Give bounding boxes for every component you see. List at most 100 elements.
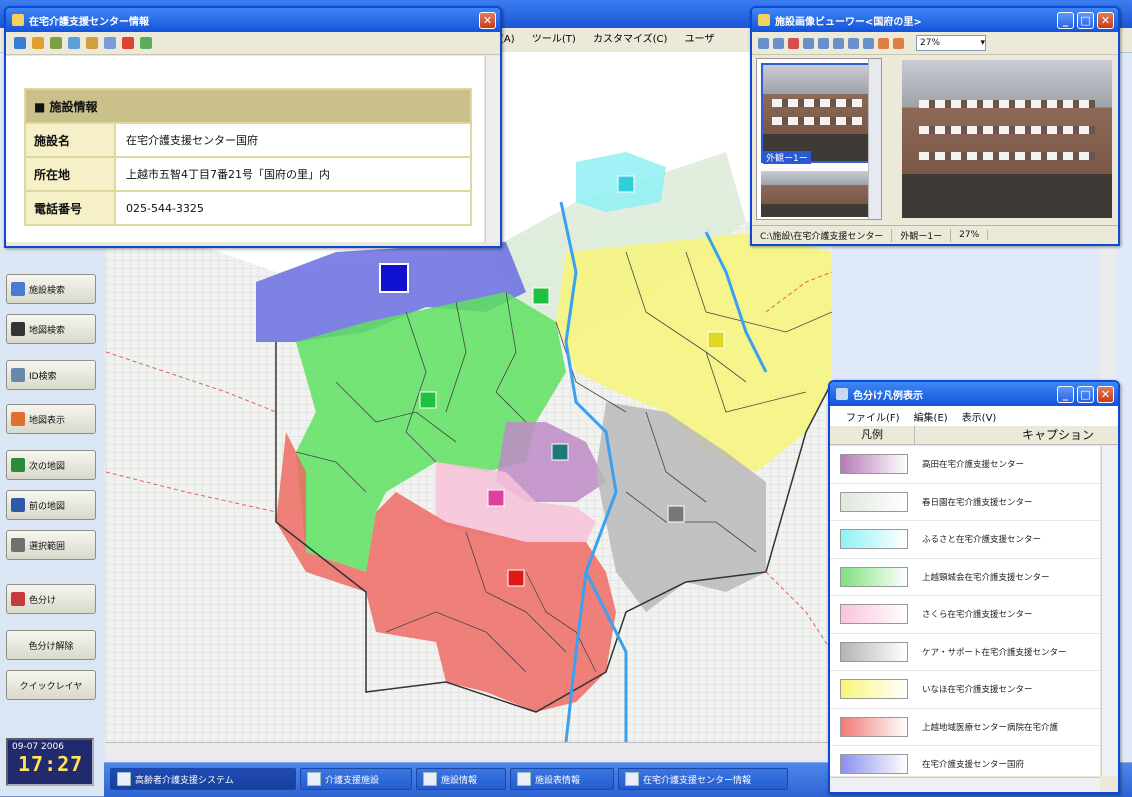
chevron-down-icon: ▾ <box>980 38 985 48</box>
facility-info-section-header: ■ 施設情報 <box>26 90 470 122</box>
left-button-1[interactable]: 地図検索 <box>6 314 96 344</box>
info-close-button[interactable]: ✕ <box>479 12 496 29</box>
legend-swatch <box>840 454 908 475</box>
copy-icon[interactable] <box>68 37 80 49</box>
legend-swatch <box>840 716 908 737</box>
menu-item-tools[interactable]: ツール(T) <box>532 34 576 45</box>
legend-maximize-button[interactable]: □ <box>1077 386 1094 403</box>
left-button-9[interactable]: クイックレイヤ <box>6 670 96 700</box>
rotate-left-icon[interactable] <box>878 37 889 49</box>
menu-item-customize[interactable]: カスタマイズ(C) <box>593 34 668 45</box>
thumbnail-image-2[interactable] <box>761 171 873 217</box>
zoom-select[interactable]: 27% ▾ <box>916 35 986 51</box>
cut-icon[interactable] <box>86 37 98 49</box>
next-icon[interactable] <box>848 37 859 49</box>
left-button-3[interactable]: 地図表示 <box>6 404 96 434</box>
legend-item[interactable]: ケア・サポート在宅介護支援センター <box>830 634 1100 671</box>
app-icon <box>117 772 131 786</box>
last-icon[interactable] <box>863 37 874 49</box>
menu-item-view[interactable]: 表示(V) <box>962 409 997 424</box>
marker-green-north[interactable] <box>532 287 550 305</box>
viewer-maximize-button[interactable]: □ <box>1077 12 1094 29</box>
left-button-8[interactable]: 色分け解除 <box>6 630 96 660</box>
open-icon[interactable] <box>758 37 769 49</box>
save-icon[interactable] <box>50 37 62 49</box>
print-icon[interactable] <box>32 37 44 49</box>
window-icon <box>517 772 531 786</box>
zoom-out-icon[interactable] <box>803 37 814 49</box>
delete-icon[interactable] <box>122 37 134 49</box>
legend-title-bar[interactable]: 色分け凡例表示 <box>830 382 1118 406</box>
taskbar-item-center-info[interactable]: 在宅介護支援センター情報 <box>618 768 788 790</box>
legend-item[interactable]: 上越頸城会在宅介護支援センター <box>830 559 1100 596</box>
marker-green-west[interactable] <box>419 391 437 409</box>
marker-blue[interactable] <box>379 263 409 293</box>
legend-column-caption[interactable]: キャプション <box>915 426 1118 444</box>
legend-swatch <box>840 754 908 775</box>
left-button-4[interactable]: 次の地図 <box>6 450 96 480</box>
taskbar-item-support-facility[interactable]: 介護支援施設 <box>300 768 412 790</box>
left-button-2[interactable]: ID検索 <box>6 360 96 390</box>
taskbar-item-system[interactable]: 高齢者介護支援システム <box>110 768 296 790</box>
first-icon[interactable] <box>818 37 829 49</box>
fit-icon[interactable] <box>773 37 784 49</box>
prev-icon[interactable] <box>833 37 844 49</box>
legend-column-swatch[interactable]: 凡例 <box>830 426 915 444</box>
legend-caption: いなほ在宅介護支援センター <box>922 685 1033 696</box>
left-button-label: 地図検索 <box>29 325 66 336</box>
legend-item[interactable]: 春日園在宅介護支援センター <box>830 484 1100 521</box>
marker-cyan[interactable] <box>617 175 635 193</box>
left-button-label: 色分け <box>29 595 57 606</box>
thumbnail-list[interactable]: 外観ー1ー <box>756 58 882 220</box>
left-button-6[interactable]: 選択範囲 <box>6 530 96 560</box>
legend-minimize-button[interactable]: _ <box>1057 386 1074 403</box>
legend-item[interactable]: さくら在宅介護支援センター <box>830 596 1100 634</box>
thumbnail-image-1[interactable] <box>761 63 873 163</box>
menu-item-edit[interactable]: 編集(E) <box>914 409 948 424</box>
window-icon <box>625 772 639 786</box>
paste-icon[interactable] <box>104 37 116 49</box>
legend-caption: 上越地域医療センター病院在宅介護 <box>922 722 1059 733</box>
marker-red[interactable] <box>507 569 525 587</box>
legend-close-button[interactable]: ✕ <box>1097 386 1114 403</box>
legend-item[interactable]: 上越地域医療センター病院在宅介護 <box>830 709 1100 746</box>
viewer-close-button[interactable]: ✕ <box>1097 12 1114 29</box>
map-horizontal-scrollbar[interactable] <box>106 742 832 759</box>
viewer-minimize-button[interactable]: _ <box>1057 12 1074 29</box>
legend-title: 色分け凡例表示 <box>853 390 923 402</box>
legend-item[interactable]: ふるさと在宅介護支援センター <box>830 521 1100 559</box>
zoom-in-icon[interactable] <box>788 37 799 49</box>
next-map-icon <box>11 458 25 472</box>
menu-item[interactable]: (A) <box>500 34 515 45</box>
info-window-title-bar[interactable]: 在宅介護支援センター情報 <box>6 8 500 32</box>
preview-image <box>902 60 1112 218</box>
map-display-icon <box>11 412 25 426</box>
rotate-right-icon[interactable] <box>893 37 904 49</box>
taskbar-item-facility-info[interactable]: 施設情報 <box>416 768 506 790</box>
marker-gray[interactable] <box>667 505 685 523</box>
marker-pink[interactable] <box>487 489 505 507</box>
open-icon[interactable] <box>14 37 26 49</box>
legend-caption: 上越頸城会在宅介護支援センター <box>922 572 1050 583</box>
prev-map-icon <box>11 498 25 512</box>
legend-horizontal-scrollbar[interactable] <box>830 777 1100 792</box>
thumbnail-scrollbar[interactable] <box>868 59 881 219</box>
menu-item-file[interactable]: ファイル(F) <box>846 409 900 424</box>
menu-item-user[interactable]: ユーザ <box>685 34 715 45</box>
status-path: C:\施設\在宅介護支援センター <box>752 228 893 242</box>
left-button-0[interactable]: 施設検索 <box>6 274 96 304</box>
left-button-label: 選択範囲 <box>29 541 66 552</box>
marker-yellow[interactable] <box>707 331 725 349</box>
info-vertical-scrollbar[interactable] <box>485 56 500 242</box>
refresh-icon[interactable] <box>140 37 152 49</box>
legend-vertical-scrollbar[interactable] <box>1101 446 1118 776</box>
left-button-5[interactable]: 前の地図 <box>6 490 96 520</box>
viewer-toolbar: 27% ▾ <box>752 32 1118 55</box>
taskbar-item-facility-table[interactable]: 施設表情報 <box>510 768 614 790</box>
legend-item[interactable]: いなほ在宅介護支援センター <box>830 671 1100 709</box>
marker-teal[interactable] <box>551 443 569 461</box>
binoculars-icon <box>11 322 25 336</box>
window-app-icon <box>836 388 848 400</box>
legend-item[interactable]: 高田在宅介護支援センター <box>830 446 1100 484</box>
left-button-7[interactable]: 色分け <box>6 584 96 614</box>
